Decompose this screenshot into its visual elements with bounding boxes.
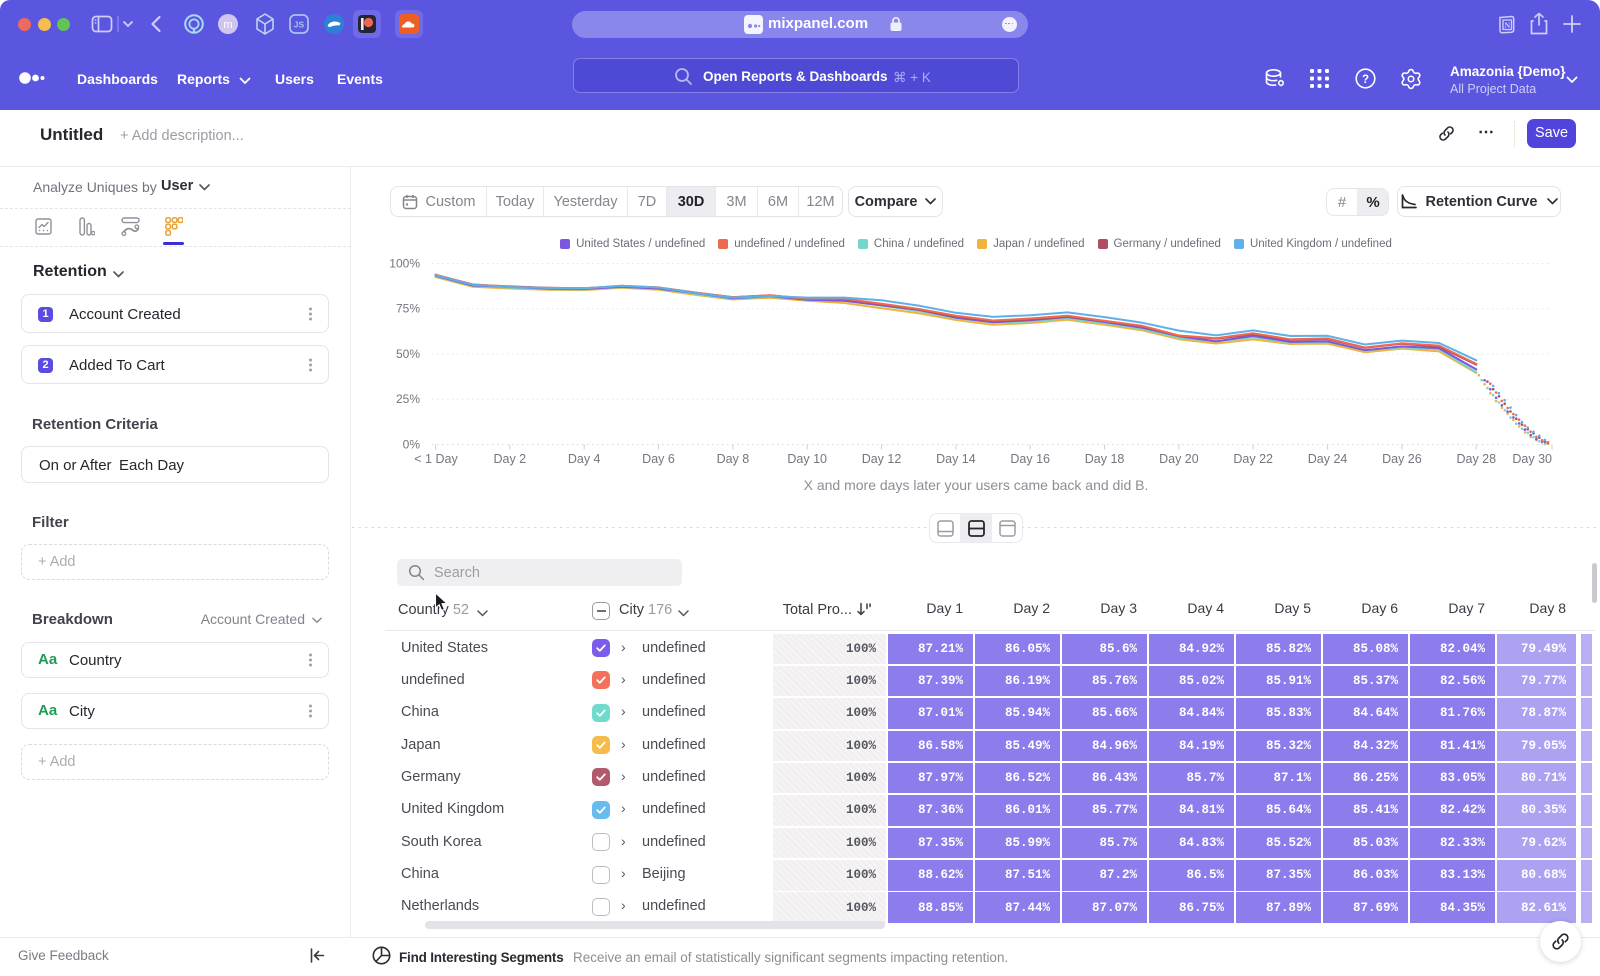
svg-text:Day 8: Day 8	[717, 452, 750, 466]
svg-text:Day 24: Day 24	[1308, 452, 1348, 466]
svg-text:0%: 0%	[403, 438, 421, 452]
svg-text:Day 6: Day 6	[642, 452, 675, 466]
svg-text:Day 26: Day 26	[1382, 452, 1422, 466]
svg-text:Day 20: Day 20	[1159, 452, 1199, 466]
svg-text:100%: 100%	[389, 257, 420, 271]
svg-text:< 1 Day: < 1 Day	[414, 452, 458, 466]
svg-text:75%: 75%	[396, 302, 420, 316]
svg-text:Day 4: Day 4	[568, 452, 601, 466]
svg-text:50%: 50%	[396, 347, 420, 361]
svg-text:Day 12: Day 12	[862, 452, 902, 466]
svg-text:Day 10: Day 10	[787, 452, 827, 466]
svg-text:Day 18: Day 18	[1085, 452, 1125, 466]
svg-text:25%: 25%	[396, 392, 420, 406]
svg-text:Day 16: Day 16	[1010, 452, 1050, 466]
svg-text:Day 28: Day 28	[1456, 452, 1496, 466]
svg-text:Day 2: Day 2	[493, 452, 526, 466]
svg-text:Day 14: Day 14	[936, 452, 976, 466]
svg-text:Day 30: Day 30	[1512, 452, 1552, 466]
svg-text:Day 22: Day 22	[1233, 452, 1273, 466]
